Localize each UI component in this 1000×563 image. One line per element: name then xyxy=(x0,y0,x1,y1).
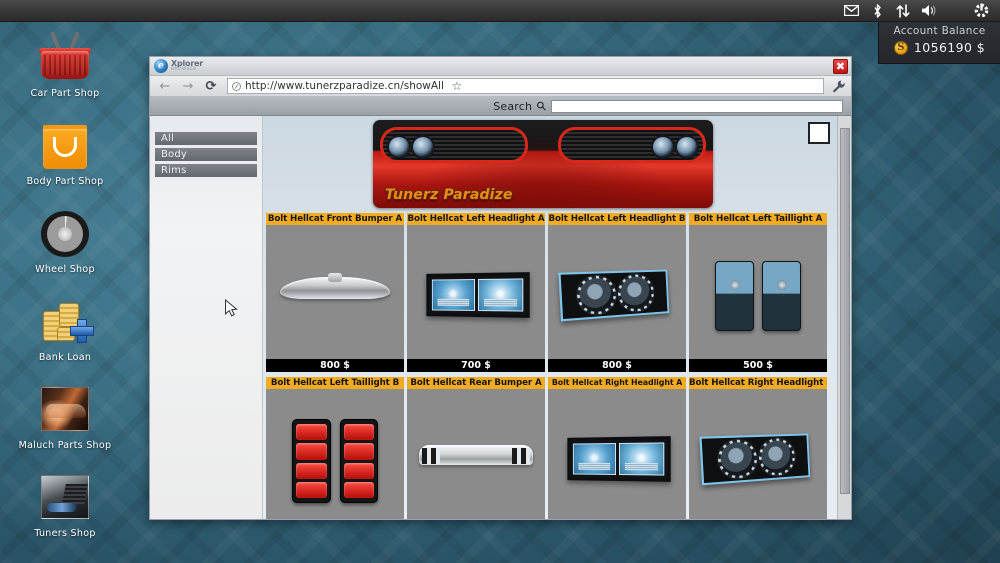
bookmark-star-icon[interactable]: ☆ xyxy=(448,77,466,96)
product-row: Bolt Hellcat Front Bumper A 800 $ Bolt H… xyxy=(266,213,837,372)
page-info-icon xyxy=(232,81,241,91)
browser-logo-icon: e xyxy=(154,59,168,73)
forward-button[interactable]: → xyxy=(177,77,199,96)
site-content: Tunerz Paradize Bolt Hellcat Front Bumpe… xyxy=(263,116,837,519)
mail-icon[interactable] xyxy=(838,0,864,22)
banner-grille-left xyxy=(380,127,528,163)
product-title: Bolt Hellcat Left Taillight B xyxy=(266,377,404,389)
address-bar[interactable]: http://www.tunerzparadize.cn/showAll ☆ xyxy=(227,78,824,94)
product-row: Bolt Hellcat Left Taillight B Bolt Hellc… xyxy=(266,377,837,519)
desktop-icon-wheel-shop[interactable]: Wheel Shop xyxy=(0,205,130,286)
product-image xyxy=(266,389,404,519)
product-price: 700 $ xyxy=(407,359,545,372)
network-transfer-icon[interactable] xyxy=(890,0,916,22)
browser-titlebar[interactable]: e Xplorer BROWSER ✖ xyxy=(150,57,851,76)
desktop-icon-label: Maluch Parts Shop xyxy=(18,440,112,451)
browser-brand-sub: BROWSER xyxy=(171,66,197,72)
reload-button[interactable]: ⟳ xyxy=(200,77,222,96)
wrench-tools-icon[interactable] xyxy=(829,77,847,96)
product-price: 500 $ xyxy=(689,359,827,372)
product-grid: Bolt Hellcat Front Bumper A 800 $ Bolt H… xyxy=(266,213,837,519)
browser-brand: e Xplorer BROWSER xyxy=(150,59,203,73)
product-title: Bolt Hellcat Rear Bumper A xyxy=(407,377,545,389)
power-icon[interactable] xyxy=(968,0,994,22)
site-banner: Tunerz Paradize xyxy=(373,120,713,208)
wheel-icon xyxy=(37,205,93,261)
tuner-exhaust-photo-icon xyxy=(37,469,93,525)
desktop-icon-bank-loan[interactable]: Bank Loan xyxy=(0,293,130,374)
browser-window: e Xplorer BROWSER ✖ ← → ⟳ http://www.tun… xyxy=(149,56,852,520)
product-card[interactable]: Bolt Hellcat Left Taillight B xyxy=(266,377,404,519)
product-title: Bolt Hellcat Right Headlight A xyxy=(548,377,686,389)
system-topbar xyxy=(0,0,1000,22)
product-card[interactable]: Bolt Hellcat Right Headlight B xyxy=(689,377,827,519)
product-image xyxy=(407,225,545,359)
banner-title: Tunerz Paradize xyxy=(385,187,513,203)
banner-grille-right xyxy=(558,127,706,163)
product-card[interactable]: Bolt Hellcat Front Bumper A 800 $ xyxy=(266,213,404,372)
product-card[interactable]: Bolt Hellcat Left Taillight A 500 $ xyxy=(689,213,827,372)
scrollbar-thumb[interactable] xyxy=(840,128,850,494)
coins-plus-icon xyxy=(37,293,94,349)
bluetooth-icon[interactable] xyxy=(864,0,890,22)
product-title: Bolt Hellcat Left Headlight A xyxy=(407,213,545,225)
sidebar-item-rims[interactable]: Rims xyxy=(155,164,257,177)
desktop-icon-label: Wheel Shop xyxy=(35,264,95,275)
search-label: Search xyxy=(493,99,533,113)
shopping-basket-icon xyxy=(37,29,93,85)
browser-navbar: ← → ⟳ http://www.tunerzparadize.cn/showA… xyxy=(150,76,851,97)
vertical-scrollbar[interactable] xyxy=(837,116,851,519)
sidebar-item-all[interactable]: All xyxy=(155,132,257,145)
address-bar-url: http://www.tunerzparadize.cn/showAll xyxy=(245,80,444,92)
product-image xyxy=(689,225,827,359)
desktop-icon-dock: Car Part Shop Body Part Shop Wheel Shop … xyxy=(0,22,130,563)
sidebar-item-body[interactable]: Body xyxy=(155,148,257,161)
desktop-icon-label: Tuners Shop xyxy=(34,528,96,539)
product-price: 800 $ xyxy=(548,359,686,372)
maluch-car-photo-icon xyxy=(37,381,93,437)
close-window-button[interactable]: ✖ xyxy=(833,59,848,74)
back-button[interactable]: ← xyxy=(154,77,176,96)
product-image xyxy=(407,389,545,519)
product-card[interactable]: Bolt Hellcat Left Headlight A 700 $ xyxy=(407,213,545,372)
product-price: 800 $ xyxy=(266,359,404,372)
desktop-icon-car-part-shop[interactable]: Car Part Shop xyxy=(0,29,130,110)
volume-icon[interactable] xyxy=(916,0,942,22)
site-sidebar: All Body Rims xyxy=(150,116,263,519)
product-card[interactable]: Bolt Hellcat Rear Bumper A xyxy=(407,377,545,519)
product-title: Bolt Hellcat Left Taillight A xyxy=(689,213,827,225)
product-title: Bolt Hellcat Front Bumper A xyxy=(266,213,404,225)
product-image xyxy=(548,225,686,359)
desktop-icon-label: Body Part Shop xyxy=(26,176,104,187)
desktop-icon-body-part-shop[interactable]: Body Part Shop xyxy=(0,117,130,198)
account-balance-amount: 1056190 $ xyxy=(913,40,986,55)
account-balance-label: Account Balance xyxy=(893,25,986,37)
product-image xyxy=(689,389,827,519)
product-image xyxy=(266,225,404,359)
search-input[interactable] xyxy=(551,99,843,113)
desktop-icon-tuners-shop[interactable]: Tuners Shop xyxy=(0,469,130,550)
browser-viewport: All Body Rims Tunerz Paradize Bolt Hellc… xyxy=(150,116,851,519)
desktop-icon-maluch-parts-shop[interactable]: Maluch Parts Shop xyxy=(0,381,130,462)
desktop-icon-label: Bank Loan xyxy=(38,352,92,363)
product-image xyxy=(548,389,686,519)
site-search-bar: Search ⚲ xyxy=(150,97,851,116)
shopping-bag-icon xyxy=(37,117,93,173)
white-placeholder-box[interactable] xyxy=(808,122,830,144)
product-card[interactable]: Bolt Hellcat Right Headlight A xyxy=(548,377,686,519)
desktop-icon-label: Car Part Shop xyxy=(30,88,100,99)
product-card[interactable]: Bolt Hellcat Left Headlight B 800 $ xyxy=(548,213,686,372)
account-balance-panel: Account Balance S 1056190 $ xyxy=(878,22,1000,64)
currency-coin-icon: S xyxy=(893,40,908,55)
search-icon: ⚲ xyxy=(533,97,550,115)
product-title: Bolt Hellcat Right Headlight B xyxy=(689,377,827,389)
product-title: Bolt Hellcat Left Headlight B xyxy=(548,213,686,225)
